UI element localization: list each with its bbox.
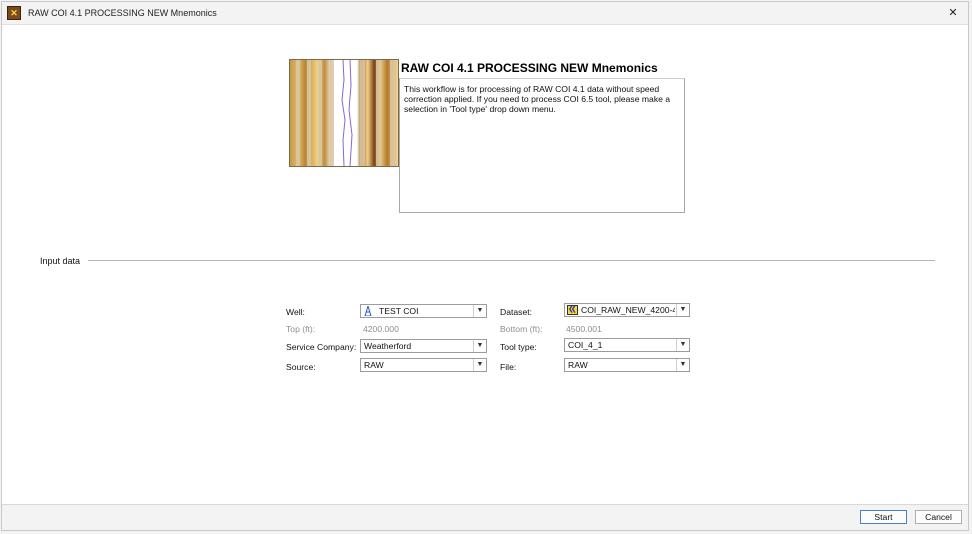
chevron-down-icon[interactable]: [676, 359, 689, 371]
service-company-value: Weatherford: [364, 341, 412, 351]
file-select[interactable]: RAW: [564, 358, 690, 372]
window-title: RAW COI 4.1 PROCESSING NEW Mnemonics: [28, 8, 217, 18]
title-bar: ✕ RAW COI 4.1 PROCESSING NEW Mnemonics ✕: [2, 2, 968, 25]
top-label: Top (ft):: [286, 324, 316, 334]
chevron-down-icon[interactable]: [676, 304, 689, 316]
dialog-footer: Start Cancel: [2, 504, 968, 530]
workflow-description-box: This workflow is for processing of RAW C…: [399, 78, 685, 213]
source-select[interactable]: RAW: [360, 358, 487, 372]
well-select[interactable]: TEST COI: [360, 304, 487, 318]
dataset-select[interactable]: COI_RAW_NEW_4200-450: [564, 303, 690, 317]
chevron-down-icon[interactable]: [473, 340, 486, 352]
service-company-select[interactable]: Weatherford: [360, 339, 487, 353]
close-icon[interactable]: ✕: [946, 6, 960, 20]
tool-type-label: Tool type:: [500, 342, 537, 352]
top-value: 4200.000: [363, 324, 399, 334]
chevron-down-icon[interactable]: [473, 305, 486, 317]
start-button[interactable]: Start: [860, 510, 907, 524]
app-logo-icon: ✕: [7, 6, 21, 20]
dialog-window: ✕ RAW COI 4.1 PROCESSING NEW Mnemonics ✕…: [1, 1, 969, 531]
workflow-title: RAW COI 4.1 PROCESSING NEW Mnemonics: [401, 61, 658, 75]
dataset-label: Dataset:: [500, 307, 533, 317]
chevron-down-icon[interactable]: [676, 339, 689, 351]
dataset-value: COI_RAW_NEW_4200-450: [581, 305, 675, 315]
file-value: RAW: [568, 360, 588, 370]
section-divider: [88, 260, 935, 261]
cancel-button[interactable]: Cancel: [915, 510, 962, 524]
workflow-preview-image: [289, 59, 399, 167]
source-value: RAW: [364, 360, 384, 370]
bottom-value: 4500.001: [566, 324, 602, 334]
tool-type-select[interactable]: COI_4_1: [564, 338, 690, 352]
workflow-description: This workflow is for processing of RAW C…: [404, 84, 671, 114]
bottom-label: Bottom (ft):: [500, 324, 543, 334]
dataset-icon: [567, 304, 578, 316]
service-company-label: Service Company:: [286, 342, 357, 352]
well-icon: [364, 306, 372, 316]
well-value: TEST COI: [379, 306, 419, 316]
file-label: File:: [500, 362, 517, 372]
source-label: Source:: [286, 362, 316, 372]
well-label: Well:: [286, 307, 305, 317]
input-data-section-label: Input data: [40, 256, 81, 266]
chevron-down-icon[interactable]: [473, 359, 486, 371]
log-image-graphic: [296, 60, 395, 166]
tool-type-value: COI_4_1: [568, 340, 603, 350]
